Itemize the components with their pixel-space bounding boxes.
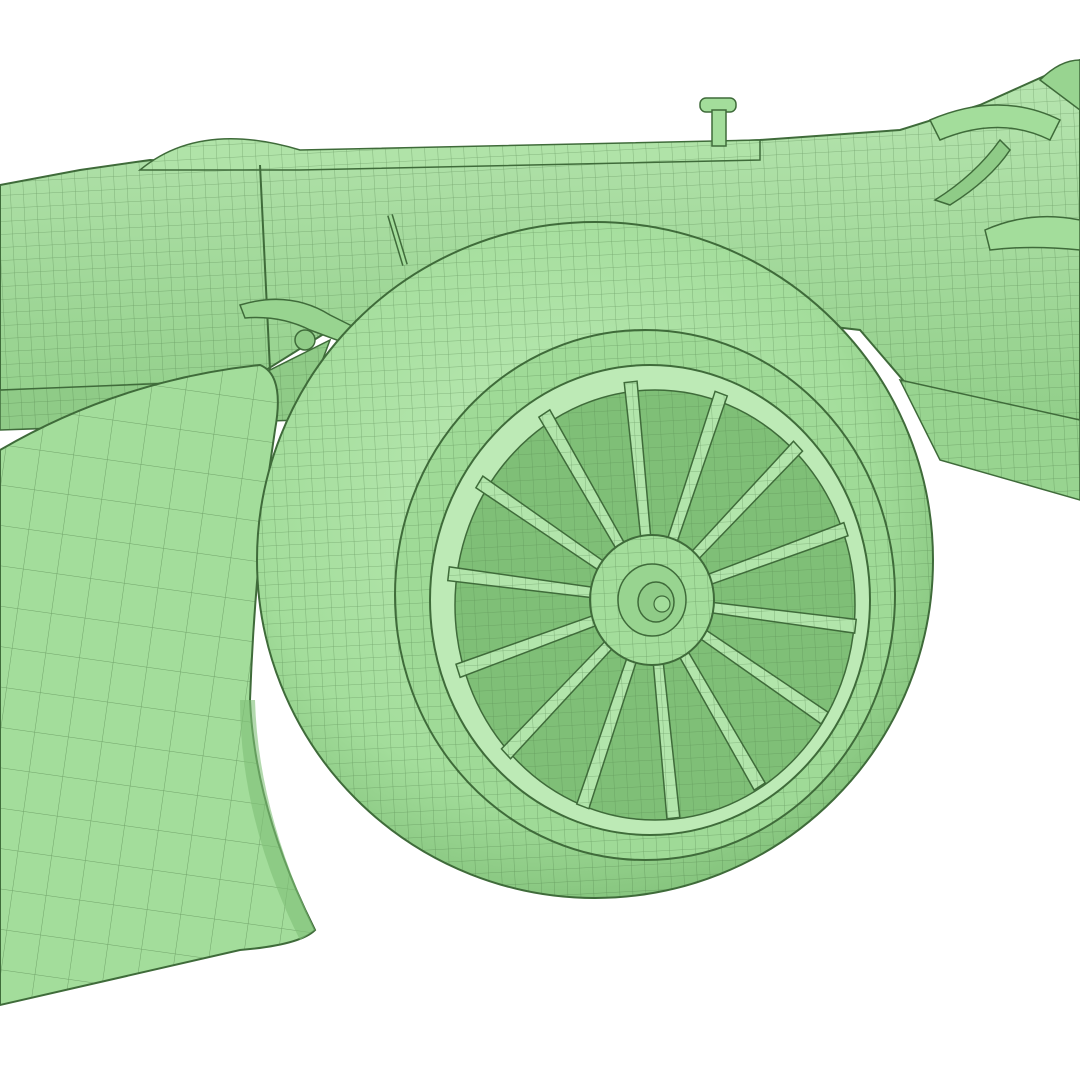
front-wing-endplate [0,363,317,1007]
render-canvas [0,58,1080,1007]
wireframe-scene [0,0,1080,1080]
front-wheel [256,221,934,899]
